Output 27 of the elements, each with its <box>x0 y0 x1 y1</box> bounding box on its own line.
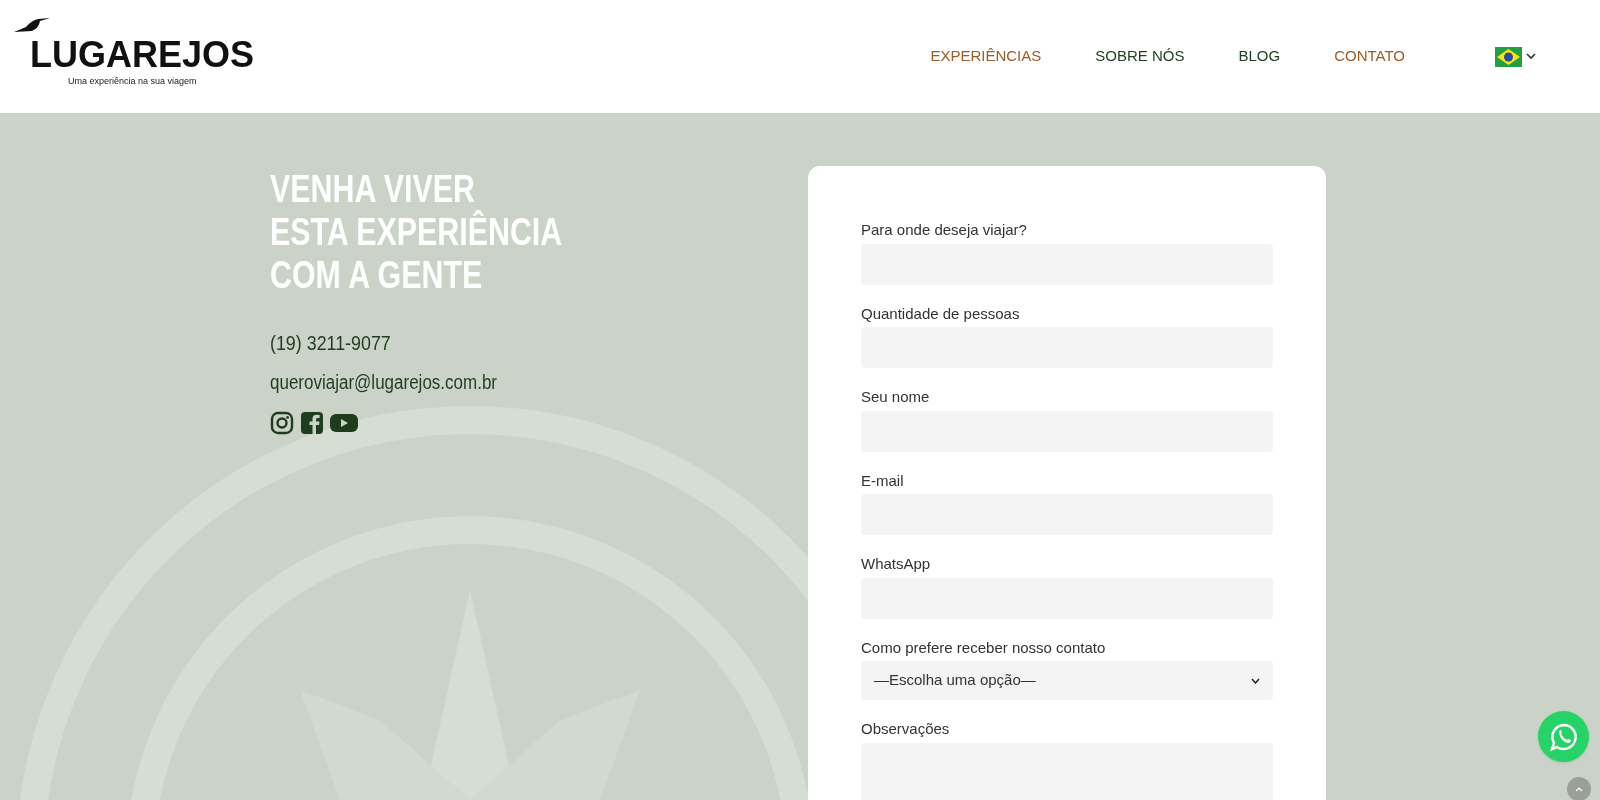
whatsapp-button[interactable] <box>1538 711 1589 762</box>
nav-link[interactable]: BLOG <box>1238 45 1281 68</box>
bird-icon <box>14 16 50 33</box>
field-label: Para onde deseja viajar? <box>861 220 1028 240</box>
field-label: Quantidade de pessoas <box>861 303 1021 324</box>
chevron-up-icon <box>1575 786 1583 792</box>
youtube-icon[interactable] <box>330 412 358 433</box>
phone-number: (19) 3211-9077 <box>270 330 392 356</box>
email-link[interactable]: queroviajar@lugarejos.com.br <box>270 366 728 397</box>
logo-tagline: Uma experiência na sua viagem <box>68 74 197 88</box>
chevron-down-icon[interactable] <box>1526 53 1536 60</box>
brazil-flag-icon[interactable] <box>1495 46 1522 67</box>
contact-preference-dropdown[interactable]: —Escolha uma opção— <box>861 661 1273 700</box>
facebook-icon[interactable] <box>300 410 324 435</box>
field-label: Seu nome <box>861 387 931 407</box>
field-label: Como prefere receber nosso contato <box>861 637 1107 658</box>
nav-link[interactable]: EXPERIÊNCIAS <box>930 45 1042 68</box>
chevron-down-icon <box>1251 677 1260 684</box>
field-label: E-mail <box>861 470 905 491</box>
field-label: WhatsApp <box>861 554 932 574</box>
whatsapp-icon <box>1548 721 1579 752</box>
logo-wordmark: LUGAREJOS <box>30 34 255 75</box>
instagram-icon[interactable] <box>270 410 294 435</box>
nav-link[interactable]: SOBRE NÓS <box>1095 45 1185 68</box>
scroll-to-top-button[interactable] <box>1567 777 1591 800</box>
nav-link[interactable]: CONTATO <box>1334 45 1405 68</box>
field-label: Observações <box>861 719 951 739</box>
